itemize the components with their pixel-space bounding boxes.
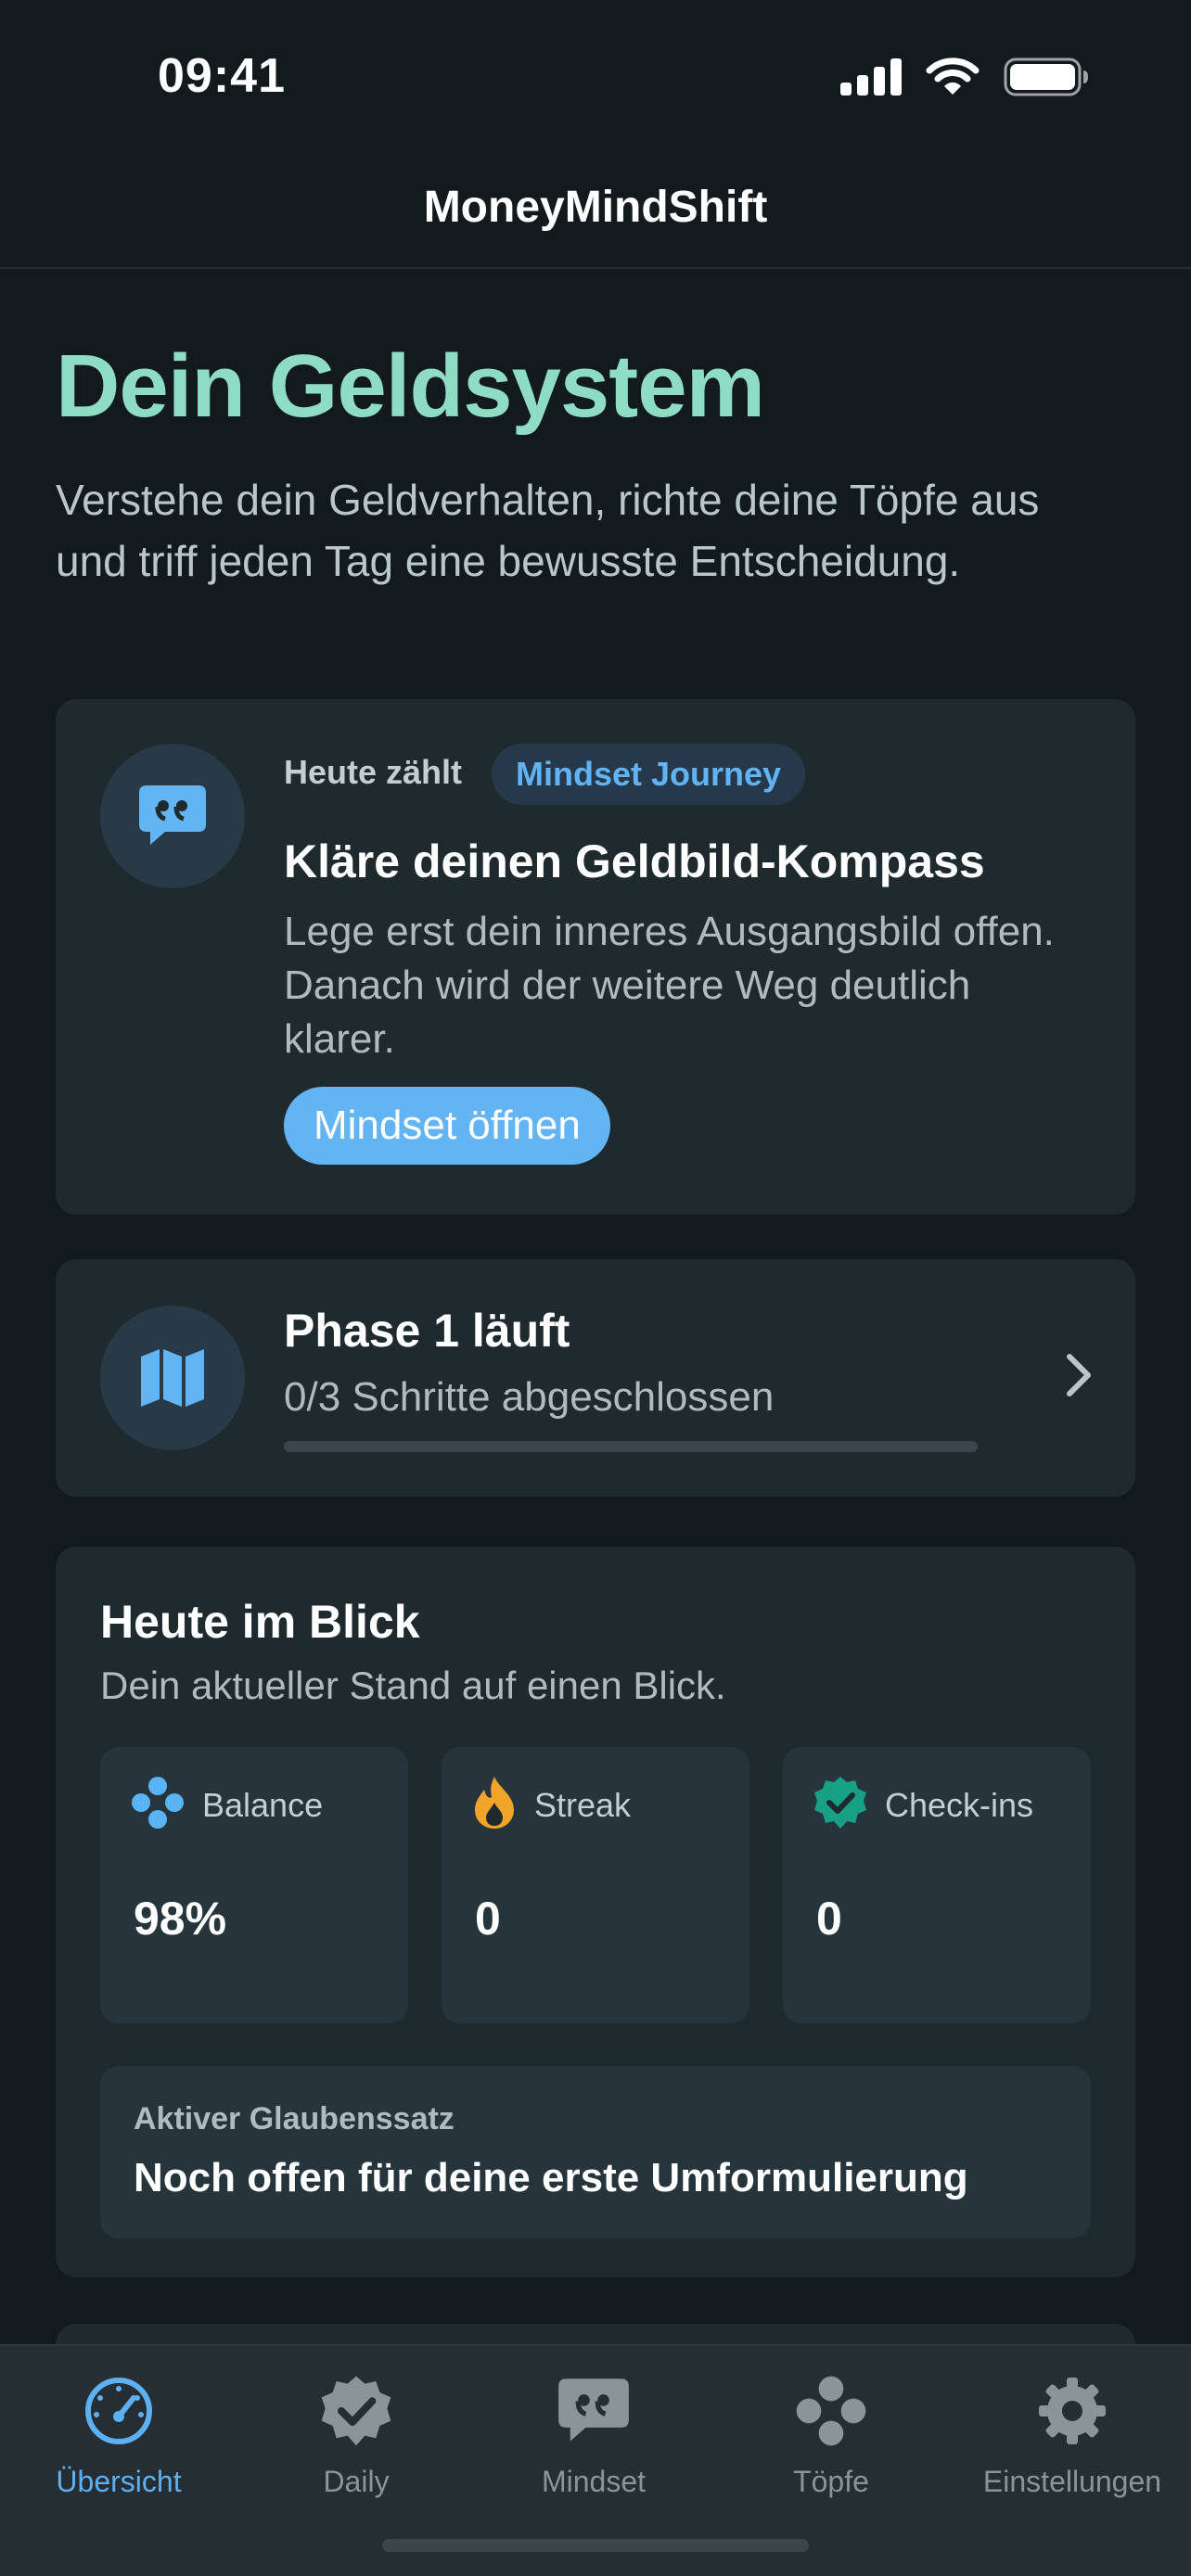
tab-settings[interactable]: Einstellungen — [954, 2366, 1191, 2506]
phase-progress-text: 0/3 Schritte abgeschlossen — [284, 1374, 775, 1420]
stat-checkins: Check-ins 0 — [783, 1747, 1091, 2023]
tab-label: Übersicht — [56, 2465, 182, 2498]
map-icon — [100, 1306, 245, 1450]
battery-icon — [1004, 57, 1089, 101]
focus-card: Heute zählt Mindset Journey Kläre deinen… — [56, 699, 1135, 1215]
tab-pots[interactable]: Töpfe — [712, 2366, 950, 2506]
pots-dots-icon — [794, 2366, 868, 2455]
stat-value: 0 — [475, 1893, 501, 1945]
tab-daily[interactable]: Daily — [237, 2366, 475, 2506]
page-subtitle: Verstehe dein Geldverhalten, richte dein… — [56, 476, 1040, 585]
tab-label: Mindset — [541, 2465, 647, 2498]
mindset-journey-badge: Mindset Journey — [492, 744, 806, 805]
next-card-peek — [56, 2324, 1135, 2344]
open-mindset-button[interactable]: Mindset öffnen — [284, 1087, 610, 1165]
tab-label: Töpfe — [793, 2465, 869, 2498]
phase-title: Phase 1 läuft — [284, 1305, 570, 1357]
tab-mindset[interactable]: Mindset — [475, 2366, 712, 2506]
focus-title: Kläre deinen Geldbild-Kompass — [284, 835, 985, 887]
stat-value: 98% — [134, 1893, 227, 1945]
nav-bar: MoneyMindShift — [0, 148, 1191, 269]
focus-label: Heute zählt — [284, 753, 463, 791]
app-screen: 09:41 MoneyMindShift Dein Geldsystem Ver… — [0, 0, 1191, 2576]
check-seal-icon — [319, 2366, 393, 2455]
tab-label: Daily — [323, 2465, 390, 2498]
belief-label: Aktiver Glaubenssatz — [134, 2101, 455, 2136]
phase-progress-bar — [284, 1441, 978, 1452]
today-card: Heute im Blick Dein aktueller Stand auf … — [56, 1547, 1135, 2277]
gauge-icon — [83, 2366, 154, 2455]
active-belief-box: Aktiver Glaubenssatz Noch offen für dein… — [100, 2066, 1091, 2238]
stat-value: 0 — [816, 1893, 842, 1945]
status-bar: 09:41 — [0, 0, 1191, 148]
page-title: Dein Geldsystem — [56, 337, 765, 436]
stat-balance: Balance 98% — [100, 1747, 408, 2023]
cellular-signal-icon — [840, 58, 902, 100]
stat-label: Balance — [202, 1785, 324, 1824]
balance-dots-icon — [130, 1775, 186, 1835]
today-title: Heute im Blick — [100, 1596, 420, 1648]
stat-label: Streak — [534, 1785, 632, 1824]
gear-icon — [1037, 2366, 1108, 2455]
stat-label: Check-ins — [885, 1785, 1034, 1824]
flame-icon — [471, 1775, 518, 1835]
chevron-right-icon — [1065, 1352, 1093, 1403]
quote-bubble-icon — [557, 2366, 631, 2455]
stat-streak: Streak 0 — [442, 1747, 749, 2023]
nav-title: MoneyMindShift — [423, 183, 768, 232]
today-subtitle: Dein aktueller Stand auf einen Blick. — [100, 1664, 726, 1707]
quote-bubble-icon — [100, 744, 245, 888]
tab-overview[interactable]: Übersicht — [0, 2366, 237, 2506]
check-seal-icon — [813, 1775, 868, 1835]
scroll-content[interactable]: Dein Geldsystem Verstehe dein Geldverhal… — [0, 271, 1191, 2344]
phase-card[interactable]: Phase 1 läuft 0/3 Schritte abgeschlossen — [56, 1259, 1135, 1497]
status-icons — [840, 57, 1089, 101]
tab-label: Einstellungen — [982, 2465, 1162, 2498]
status-time: 09:41 — [158, 49, 286, 103]
wifi-icon — [926, 57, 980, 101]
home-indicator — [382, 2539, 809, 2552]
focus-description: Lege erst dein inneres Ausgangsbild offe… — [284, 909, 1055, 1062]
belief-text: Noch offen für deine erste Umformulierun… — [134, 2155, 968, 2200]
